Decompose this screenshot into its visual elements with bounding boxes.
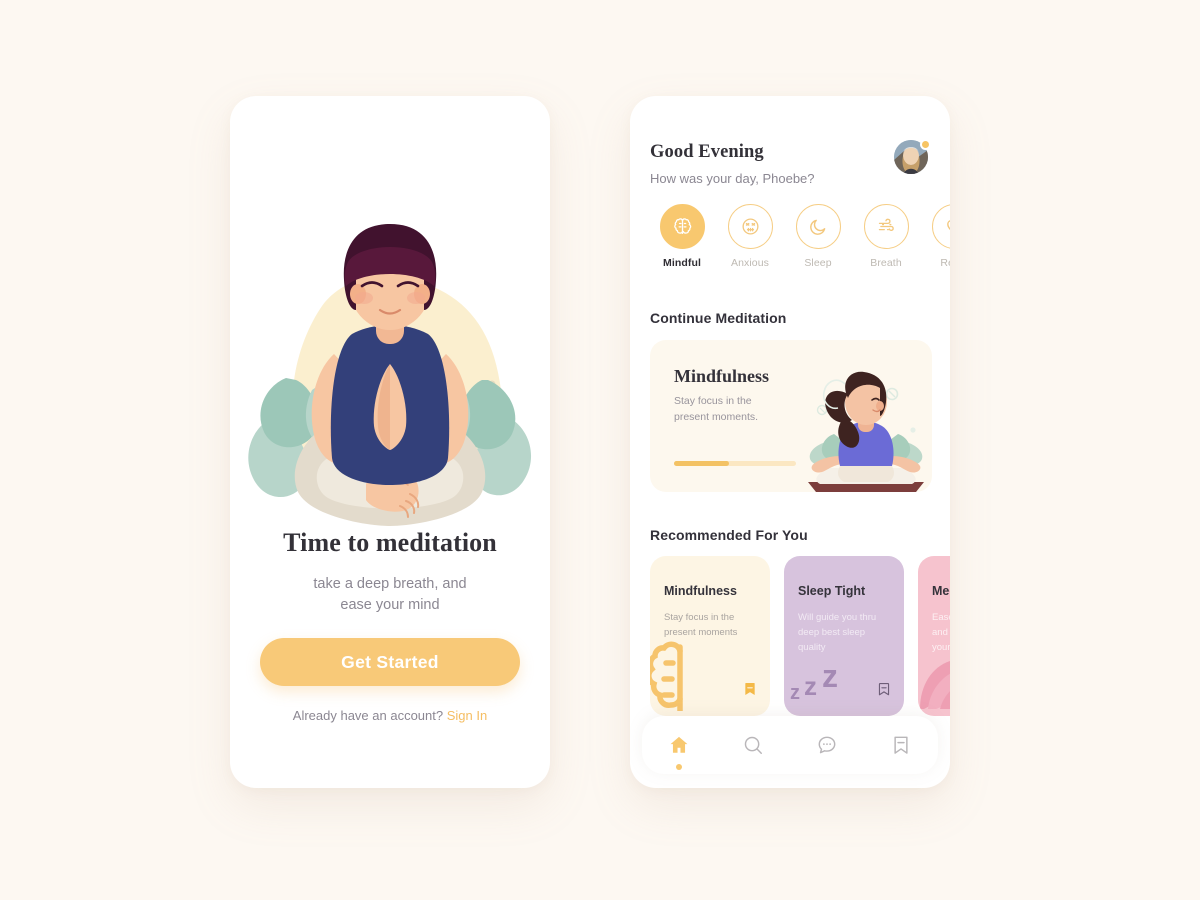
- greeting-subtitle: How was your day, Phoebe?: [650, 171, 815, 186]
- recommended-section-title: Recommended For You: [650, 527, 808, 543]
- recommended-card-sleep-tight[interactable]: Sleep Tight Will guide you thru deep bes…: [784, 556, 904, 716]
- subtitle-line-2: ease your mind: [340, 596, 440, 613]
- signin-row: Already have an account? Sign In: [230, 708, 550, 723]
- bookmark-icon-filled[interactable]: [742, 681, 758, 702]
- continue-card-subtitle: Stay focus in the present moments.: [674, 394, 784, 426]
- continue-card-illustration: [800, 364, 932, 492]
- subtitle-line-1: take a deep breath, and: [313, 576, 467, 592]
- canvas: Time to meditation take a deep breath, a…: [0, 0, 1200, 900]
- nav-item-search[interactable]: [730, 722, 776, 768]
- rec-desc-line-2: and relieve: [932, 627, 950, 639]
- recommended-card-meditation[interactable]: Meditation Ease your mind and relieve yo…: [918, 556, 950, 716]
- continue-sub-line-2: present moments.: [674, 410, 759, 423]
- onboarding-screen: Time to meditation take a deep breath, a…: [230, 96, 550, 788]
- mood-chip-relax[interactable]: Relax: [920, 204, 950, 269]
- mood-chip-anxious[interactable]: Anxious: [716, 204, 784, 269]
- mood-label: Mindful: [662, 257, 702, 269]
- bookmark-icon-outline[interactable]: [876, 681, 892, 702]
- rec-desc-line-2: deep best sleep: [798, 627, 866, 639]
- rec-card-desc: Will guide you thru deep best sleep qual…: [798, 610, 890, 656]
- sign-in-link[interactable]: Sign In: [447, 708, 487, 723]
- svg-text:z: z: [790, 682, 800, 703]
- continue-section-title: Continue Meditation: [650, 310, 787, 326]
- wind-icon: [863, 204, 909, 249]
- mood-label: Breath: [870, 257, 902, 269]
- onboarding-copy: Time to meditation take a deep breath, a…: [230, 528, 550, 615]
- mood-selector: Mindful Anxious Sleep Breath R: [648, 204, 950, 269]
- svg-text:z: z: [822, 658, 838, 694]
- notification-dot: [920, 139, 931, 150]
- nav-item-bookmark[interactable]: [878, 722, 924, 768]
- mood-chip-breath[interactable]: Breath: [852, 204, 920, 269]
- rec-card-title: Sleep Tight: [798, 584, 866, 598]
- mood-chip-mindful[interactable]: Mindful: [648, 204, 716, 269]
- get-started-button[interactable]: Get Started: [260, 638, 520, 686]
- heart-icon: [931, 204, 950, 249]
- moon-icon: [795, 204, 841, 249]
- mood-chip-sleep[interactable]: Sleep: [784, 204, 852, 269]
- nav-item-home[interactable]: [656, 722, 702, 770]
- recommended-carousel[interactable]: Mindfulness Stay focus in the present mo…: [650, 556, 950, 716]
- recommended-card-mindfulness[interactable]: Mindfulness Stay focus in the present mo…: [650, 556, 770, 716]
- meditation-illustration: [230, 158, 550, 538]
- brain-icon: [650, 641, 720, 716]
- continue-card-title: Mindfulness: [674, 366, 770, 386]
- rec-desc-line-1: Will guide you thru: [798, 612, 877, 623]
- mood-label: Anxious: [730, 257, 770, 269]
- mood-label: Relax: [940, 257, 950, 269]
- rec-desc-line-1: Ease your mind: [932, 612, 950, 623]
- brain-icon: [659, 204, 705, 249]
- rec-card-title: Mindfulness: [664, 584, 737, 598]
- onboarding-subtitle: take a deep breath, and ease your mind: [230, 574, 550, 615]
- greeting-block: Good Evening How was your day, Phoebe?: [650, 142, 815, 186]
- rec-card-desc: Ease your mind and relieve your stress: [932, 610, 950, 656]
- bottom-navigation: [642, 716, 938, 774]
- anxious-face-icon: [727, 204, 773, 249]
- rec-desc-line-2: present moments: [664, 627, 738, 639]
- rec-desc-line-3: your stress: [932, 642, 950, 654]
- zzz-icon: z z z: [790, 653, 860, 708]
- rec-desc-line-1: Stay focus in the: [664, 612, 735, 623]
- signin-prompt: Already have an account?: [292, 708, 444, 723]
- progress-track: [674, 461, 796, 466]
- continue-meditation-card[interactable]: Mindfulness Stay focus in the present mo…: [650, 340, 932, 492]
- avatar[interactable]: [894, 139, 931, 176]
- active-indicator-dot: [676, 764, 682, 770]
- greeting-title: Good Evening: [650, 142, 764, 162]
- svg-text:z: z: [804, 671, 817, 701]
- continue-sub-line-1: Stay focus in the: [674, 395, 752, 407]
- page-title: Time to meditation: [283, 528, 497, 557]
- rec-card-desc: Stay focus in the present moments: [664, 610, 756, 640]
- lotus-petals-icon: [918, 651, 950, 716]
- progress-fill: [674, 461, 729, 466]
- nav-item-chat[interactable]: [804, 722, 850, 768]
- rec-card-title: Meditation: [932, 584, 950, 598]
- mood-label: Sleep: [804, 257, 832, 269]
- home-screen: Good Evening How was your day, Phoebe? M…: [630, 96, 950, 788]
- rec-desc-line-3: quality: [798, 642, 826, 654]
